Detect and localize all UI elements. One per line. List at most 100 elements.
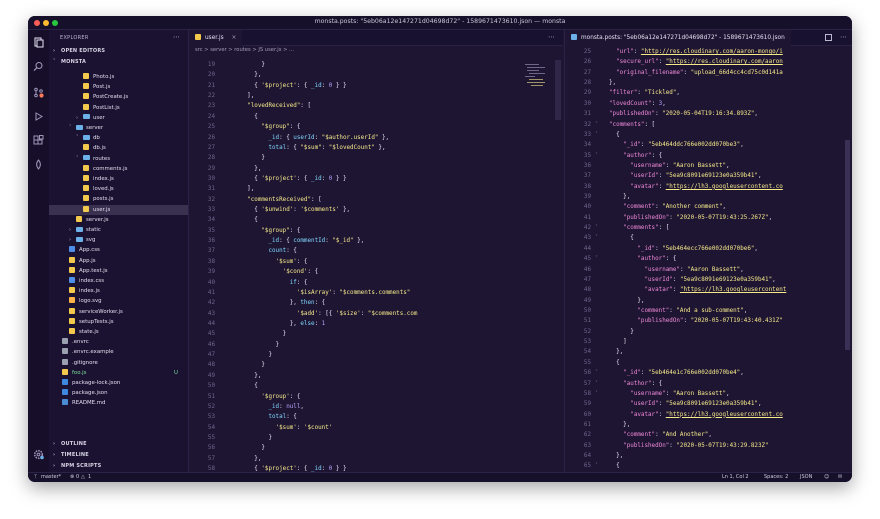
tree-item[interactable]: package.json [49, 388, 188, 398]
search-icon[interactable] [32, 60, 45, 73]
tree-item[interactable]: › static [49, 225, 188, 235]
fold-chevron-icon[interactable]: ˇ [595, 389, 603, 399]
code-text: "comment": "And a sub-comment", [609, 306, 747, 316]
code-token: : [321, 175, 329, 182]
code-token: , [676, 90, 680, 97]
tree-item[interactable]: › svg [49, 235, 188, 245]
code-text: '$group': { [233, 392, 300, 402]
fold-chevron-icon[interactable]: ˇ [595, 130, 603, 140]
code-editor-right[interactable]: 25 "url": "http://res.cloudinary.com/aar… [565, 47, 852, 472]
tree-item[interactable]: PostList.js [49, 103, 188, 113]
feedback-icon[interactable]: ☺ [824, 473, 829, 482]
tree-item[interactable]: .envrc.example [49, 347, 188, 357]
tree-item[interactable]: App.test.js [49, 266, 188, 276]
more-actions-icon[interactable]: ⋯ [840, 33, 847, 41]
notifications-icon[interactable]: ✉ [838, 473, 842, 482]
tab-json-document[interactable]: monsta.posts: "5eb06a12e147271d04698d72"… [565, 30, 791, 46]
cursor-position[interactable]: Ln 1, Col 2 [722, 473, 749, 482]
open-editors-section[interactable]: › OPEN EDITORS [53, 48, 105, 54]
source-control-icon[interactable] [32, 86, 45, 99]
more-actions-icon[interactable]: ⋯ [173, 33, 180, 41]
fold-chevron-icon[interactable]: ˇ [595, 461, 603, 471]
code-token: : [296, 424, 304, 431]
warning-icon[interactable]: △ [81, 473, 85, 482]
tab-user-js[interactable]: user.js × [189, 30, 243, 46]
tree-item[interactable]: PostCreate.js [49, 92, 188, 102]
chevron-down-icon: ˇ [69, 125, 72, 131]
files-icon[interactable] [32, 36, 45, 49]
tree-item[interactable]: server.js [49, 215, 188, 225]
breadcrumb[interactable]: src > server > routes > JS user.js > ... [195, 47, 294, 53]
line-number: 28 [583, 80, 591, 87]
tree-item[interactable]: › user [49, 113, 188, 123]
code-token: : [683, 69, 691, 76]
tree-item[interactable]: setupTests.js [49, 317, 188, 327]
code-token: : [321, 144, 329, 151]
timeline-section[interactable]: › TIMELINE [53, 452, 89, 458]
line-number: 42 [207, 300, 215, 307]
tree-item[interactable]: index.js [49, 286, 188, 296]
tree-item[interactable]: README.md [49, 398, 188, 408]
close-tab-icon[interactable]: × [231, 35, 236, 41]
outline-section[interactable]: › OUTLINE [53, 441, 87, 447]
code-editor-left[interactable]: 19 } 20 }, 21 { '$project': { _id: 0 } } 22… [189, 60, 563, 472]
tree-item-label: index.js [93, 176, 114, 182]
scrollbar-right[interactable] [845, 140, 850, 350]
tree-item[interactable]: user.js [49, 204, 188, 215]
code-token: { [233, 82, 262, 89]
scrollbar-left[interactable] [555, 60, 561, 120]
tree-item[interactable]: index.css [49, 276, 188, 286]
tab-bar-right: monsta.posts: "5eb06a12e147271d04698d72"… [565, 30, 852, 46]
fold-chevron-icon[interactable]: ˇ [595, 120, 603, 130]
tree-item[interactable]: Post.js [49, 82, 188, 92]
tree-item[interactable]: loved.js [49, 184, 188, 194]
tree-item[interactable]: posts.js [49, 194, 188, 204]
language-mode[interactable]: JSON [800, 473, 812, 482]
code-line: 32 ˇ "comments": [ [565, 120, 852, 130]
tree-item[interactable]: ˇ server [49, 123, 188, 133]
code-line: 52 _id: null, [189, 402, 563, 412]
split-editor-icon[interactable] [825, 34, 832, 41]
fold-chevron-icon[interactable]: ˇ [595, 368, 603, 378]
branch-icon[interactable]: ᛉ [34, 473, 37, 482]
code-text: "comment": "Another comment", [609, 202, 726, 212]
branch-label[interactable]: master* [41, 473, 61, 482]
tree-item[interactable]: db.js [49, 143, 188, 153]
tree-item[interactable]: .gitignore [49, 358, 188, 368]
tree-item[interactable]: App.js [49, 256, 188, 266]
tree-item[interactable]: package-lock.json [49, 378, 188, 388]
fold-chevron-icon[interactable]: ˇ [595, 254, 603, 264]
npm-scripts-section[interactable]: › NPM SCRIPTS [53, 463, 101, 469]
indentation[interactable]: Spaces: 2 [764, 473, 788, 482]
tree-item[interactable]: ˇ routes [49, 154, 188, 164]
more-actions-icon[interactable]: ⋯ [548, 33, 555, 41]
tree-item[interactable]: comments.js [49, 164, 188, 174]
tree-item[interactable]: ˇ db [49, 133, 188, 143]
mongodb-leaf-icon[interactable] [32, 158, 45, 171]
tree-item[interactable]: index.js [49, 174, 188, 184]
fold-chevron-icon[interactable]: ˇ [595, 151, 603, 161]
code-token: "comment" [623, 432, 656, 439]
error-icon[interactable]: ⊗ [70, 473, 74, 482]
tree-item-label: .envrc [72, 339, 89, 346]
tree-item[interactable]: Photo.js [49, 72, 188, 82]
code-text: } [233, 60, 265, 70]
tree-item-label: posts.js [93, 196, 114, 203]
minimap-left[interactable] [523, 60, 549, 120]
tree-item-label: package.json [72, 390, 108, 397]
fold-chevron-icon[interactable]: ˇ [595, 379, 603, 389]
tree-item[interactable]: state.js [49, 327, 188, 337]
fold-chevron-icon[interactable]: ˇ [595, 223, 603, 233]
settings-gear-icon[interactable] [32, 448, 45, 461]
code-token: , [743, 308, 748, 314]
run-debug-icon[interactable] [32, 110, 45, 123]
extensions-icon[interactable] [32, 134, 45, 147]
tree-item[interactable]: .envrc [49, 337, 188, 347]
line-number: 56 [583, 370, 591, 377]
fold-chevron-icon[interactable]: ˇ [595, 233, 603, 243]
tree-item[interactable]: logo.svg [49, 296, 188, 306]
tree-item[interactable]: foo.js U [49, 368, 188, 378]
project-section[interactable]: ˇ MONSTA [53, 59, 86, 65]
tree-item[interactable]: App.css [49, 245, 188, 255]
tree-item[interactable]: serviceWorker.js [49, 307, 188, 317]
